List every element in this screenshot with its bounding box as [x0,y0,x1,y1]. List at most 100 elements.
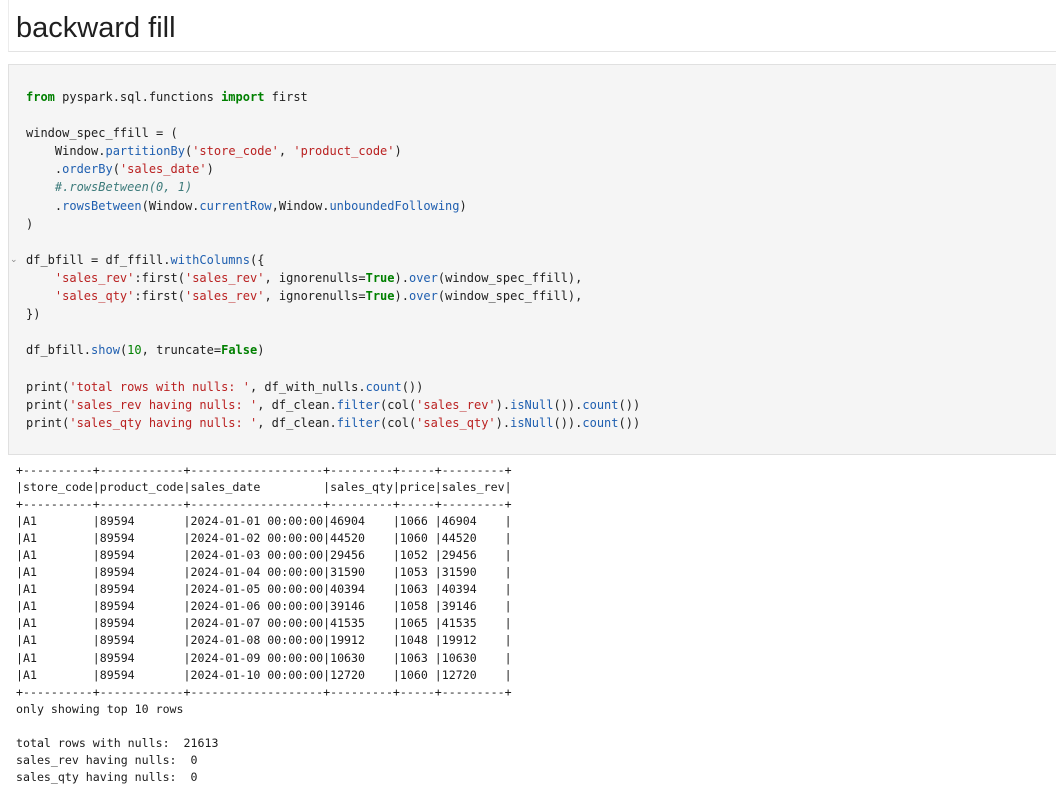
code-token: count [582,415,619,430]
code-token: True [365,270,395,285]
code-token: :first( [134,289,185,304]
table-border: +----------+------------+---------------… [16,463,512,477]
code-token: , ignorenulls= [264,270,366,285]
code-token: ). [495,415,511,430]
code-token: df_bfill = df_ffill. [26,252,171,267]
table-row: |A1 |89594 |2024-01-10 00:00:00|12720 |1… [16,667,512,682]
code-token: 'sales_rev having nulls: ' [69,397,258,412]
code-token: (window_spec_ffill), [437,270,583,285]
code-token: 'sales_qty' [54,289,135,304]
code-token: 'total rows with nulls: ' [69,379,250,394]
code-token: 'store_code' [192,144,279,159]
table-row: |A1 |89594 |2024-01-05 00:00:00|40394 |1… [16,582,512,597]
code-token: Window. [26,144,106,159]
table-row: |A1 |89594 |2024-01-09 00:00:00|10630 |1… [16,650,512,665]
code-token: filter [336,415,381,430]
output-summary-line: total rows with nulls: 21613 [16,735,219,750]
code-token: partitionBy [105,144,185,159]
code-token: print( [26,379,70,394]
code-line: ) [26,217,33,231]
code-token: print( [26,397,70,412]
code-token: ) [257,343,265,358]
code-token: , truncate= [141,343,222,358]
table-row: |A1 |89594 |2024-01-03 00:00:00|29456 |1… [16,548,512,563]
code-token: ) [206,162,214,177]
code-token: 'sales_rev' [54,270,135,285]
code-token: filter [336,397,381,412]
table-border: +----------+------------+---------------… [16,684,512,699]
code-token: print( [26,415,70,430]
code-token: withColumns [170,252,250,267]
code-token: 'sales_rev' [184,270,265,285]
code-token: ()) [618,415,641,430]
table-row: |A1 |89594 |2024-01-02 00:00:00|44520 |1… [16,531,512,546]
chevron-down-icon[interactable]: ⌄ [10,255,18,265]
code-token: ({ [249,252,265,267]
table-border: +----------+------------+---------------… [16,497,512,512]
code-token: . [26,162,63,177]
code-line: 'sales_rev':first('sales_rev', ignorenul… [26,271,582,285]
code-token: (Window. [141,198,200,213]
code-token: ,Window. [271,198,330,213]
code-token: #.rowsBetween(0, 1) [26,180,193,195]
code-line: from pyspark.sql.functions import first [26,90,308,104]
code-token: currentRow [199,198,272,213]
code-token: import [221,90,265,104]
table-row: |A1 |89594 |2024-01-07 00:00:00|41535 |1… [16,616,512,631]
code-token: ). [495,397,511,412]
code-token: df_bfill. [26,343,92,358]
code-token: pyspark.sql.functions [54,90,222,104]
code-line: .rowsBetween(Window.currentRow,Window.un… [26,199,467,213]
output-summary-line: sales_rev having nulls: 0 [16,752,198,767]
code-line: .orderBy('sales_date') [26,162,214,176]
code-token: over [408,289,438,304]
code-token: window_spec_ffill = ( [26,126,178,141]
table-row: |A1 |89594 |2024-01-06 00:00:00|39146 |1… [16,599,512,614]
code-editor[interactable]: from pyspark.sql.functions import first … [26,88,640,432]
code-token: count [582,397,619,412]
table-row: |A1 |89594 |2024-01-08 00:00:00|19912 |1… [16,633,512,648]
code-token: 'sales_date' [119,162,207,177]
code-token: ). [394,289,409,304]
code-cell[interactable]: ⌄ from pyspark.sql.functions import firs… [8,64,1056,455]
code-line: Window.partitionBy('store_code', 'produc… [26,144,402,158]
code-token: ) [394,144,402,159]
code-token: ( [112,162,120,177]
code-token: count [365,379,402,394]
code-token: 'sales_rev' [416,397,496,412]
table-row: |A1 |89594 |2024-01-01 00:00:00|46904 |1… [16,514,512,529]
code-line: 'sales_qty':first('sales_rev', ignorenul… [26,289,582,303]
code-line: window_spec_ffill = ( [26,126,178,140]
code-token: :first( [134,270,185,285]
code-token: ()) [618,397,641,412]
code-token: False [221,343,258,358]
code-token: ). [394,270,409,285]
code-token: (col( [380,415,417,430]
code-token: unboundedFollowing [329,198,460,213]
code-line: }) [26,307,40,321]
code-line: df_bfill = df_ffill.withColumns({ [26,253,264,267]
code-token: over [408,270,438,285]
code-token: 'sales_qty' [416,415,496,430]
code-token: rowsBetween [62,198,142,213]
code-token: 'sales_rev' [184,289,265,304]
code-token: isNull [510,415,554,430]
code-token: }) [26,307,41,322]
markdown-heading: backward fill [16,12,176,44]
code-line: print('total rows with nulls: ', df_with… [26,380,423,394]
code-token: 'product_code' [293,144,395,159]
code-token: True [365,289,395,304]
code-token: (window_spec_ffill), [437,289,583,304]
code-line: print('sales_rev having nulls: ', df_cle… [26,398,640,412]
code-token: . [26,198,63,213]
code-token: from [26,90,55,104]
table-row: |A1 |89594 |2024-01-04 00:00:00|31590 |1… [16,565,512,580]
code-token: , df_with_nulls. [249,379,366,394]
markdown-cell[interactable]: backward fill [8,0,1056,52]
